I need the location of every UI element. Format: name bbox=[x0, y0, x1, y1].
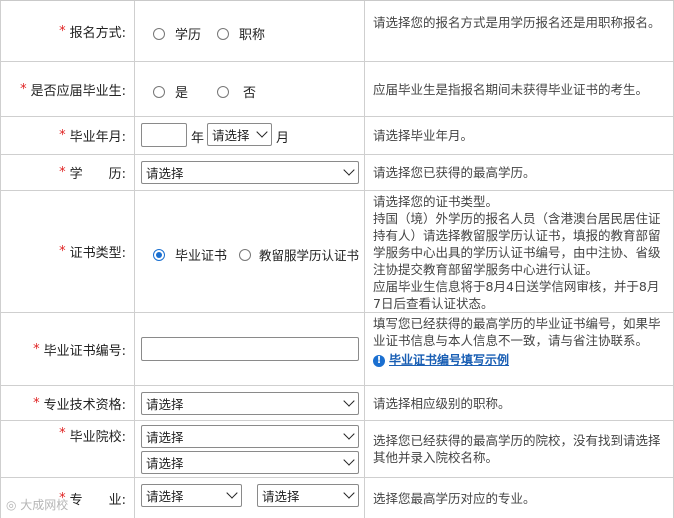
required-mark: * bbox=[59, 426, 66, 441]
radio-cscse-cert[interactable]: 教留服学历认证书 bbox=[239, 245, 359, 264]
hint-apply-method: 请选择您的报名方式是用学历报名还是用职称报名。 bbox=[365, 1, 674, 61]
label-cert-type: * 证书类型: bbox=[0, 191, 135, 312]
radio-yes[interactable]: 是 bbox=[153, 82, 188, 101]
required-mark: * bbox=[33, 395, 40, 411]
row-apply-method: * 报名方式: 学历 职称 请选择您的报名方式是用学历报名还是用职称报名。 bbox=[0, 1, 674, 62]
hint-school: 选择您已经获得的最高学历的院校，没有找到请选择其他并录入院校名称。 bbox=[365, 421, 674, 477]
grad-year-input[interactable] bbox=[141, 123, 187, 147]
chevron-down-icon bbox=[343, 428, 355, 440]
row-cert-number: * 毕业证书编号: 填写您已经获得的最高学历的毕业证书编号，如果毕业证书信息与本… bbox=[0, 313, 674, 386]
input-cell-cert-type: 毕业证书 教留服学历认证书 bbox=[135, 191, 365, 312]
row-grad-date: * 毕业年月: 年 请选择 月 请选择毕业年月。 bbox=[0, 117, 674, 155]
label-fresh-graduate: * 是否应届毕业生: bbox=[0, 62, 135, 116]
radio-icon bbox=[239, 248, 251, 261]
row-education: * 学 历: 请选择 请选择您已获得的最高学历。 bbox=[0, 155, 674, 191]
hint-pro-qualification: 请选择相应级别的职称。 bbox=[365, 386, 674, 420]
row-fresh-graduate: * 是否应届毕业生: 是 否 应届毕业生是指报名期间未获得毕业证书的考生。 bbox=[0, 62, 674, 117]
school-province-select[interactable]: 请选择 bbox=[141, 425, 359, 448]
hint-cert-type: 请选择您的证书类型。 持国（境）外学历的报名人员（含港澳台居民居住证持有人）请选… bbox=[365, 191, 674, 312]
radio-checked-icon bbox=[153, 248, 165, 261]
chevron-down-icon bbox=[343, 395, 355, 407]
chevron-down-icon bbox=[226, 487, 238, 499]
label-school: * 毕业院校: bbox=[0, 421, 135, 477]
chevron-down-icon bbox=[343, 454, 355, 466]
label-grad-date: * 毕业年月: bbox=[0, 117, 135, 154]
row-pro-qualification: * 专业技术资格: 请选择 请选择相应级别的职称。 bbox=[0, 386, 674, 421]
input-cell-major: 请选择 请选择 bbox=[135, 478, 365, 518]
required-mark: * bbox=[20, 81, 27, 97]
input-cell-education: 请选择 bbox=[135, 155, 365, 190]
input-cell-school: 请选择 请选择 bbox=[135, 421, 365, 477]
hint-cert-number: 填写您已经获得的最高学历的毕业证书编号，如果毕业证书信息与本人信息不一致，请与省… bbox=[365, 313, 674, 385]
cert-number-example-link[interactable]: 毕业证书编号填写示例 bbox=[389, 353, 509, 367]
input-cell-apply-method: 学历 职称 bbox=[135, 1, 365, 61]
input-cell-cert-number bbox=[135, 313, 365, 385]
required-mark: * bbox=[59, 165, 66, 180]
required-mark: * bbox=[59, 23, 66, 39]
radio-icon bbox=[153, 27, 165, 40]
input-cell-pro-qualification: 请选择 bbox=[135, 386, 365, 420]
registration-form: * 报名方式: 学历 职称 请选择您的报名方式是用学历报名还是用职称报名。 * … bbox=[0, 0, 674, 518]
chevron-down-icon bbox=[256, 126, 268, 138]
chevron-down-icon bbox=[343, 487, 355, 499]
major-category-select[interactable]: 请选择 bbox=[141, 484, 242, 507]
radio-icon bbox=[153, 85, 165, 98]
row-major: * 专 业: 请选择 请选择 选择您最高学历对应的专业。 bbox=[0, 478, 674, 518]
radio-graduation-cert[interactable]: 毕业证书 bbox=[153, 245, 227, 264]
required-mark: * bbox=[59, 128, 66, 143]
input-cell-fresh-graduate: 是 否 bbox=[135, 62, 365, 116]
school-name-select[interactable]: 请选择 bbox=[141, 451, 359, 474]
month-unit: 月 bbox=[276, 131, 290, 146]
radio-no[interactable]: 否 bbox=[217, 82, 256, 101]
radio-degree[interactable]: 学历 bbox=[153, 24, 201, 43]
hint-grad-date: 请选择毕业年月。 bbox=[365, 117, 674, 154]
chevron-down-icon bbox=[343, 164, 355, 176]
row-school: * 毕业院校: 请选择 请选择 选择您已经获得的最高学历的院校，没有找到请选择其… bbox=[0, 421, 674, 478]
row-cert-type: * 证书类型: 毕业证书 教留服学历认证书 请选择您的证书类型。 持国（境）外学… bbox=[0, 191, 674, 313]
cert-number-input[interactable] bbox=[141, 337, 359, 361]
pro-qualification-select[interactable]: 请选择 bbox=[141, 392, 359, 415]
year-unit: 年 bbox=[191, 131, 205, 146]
input-cell-grad-date: 年 请选择 月 bbox=[135, 117, 365, 154]
label-pro-qualification: * 专业技术资格: bbox=[0, 386, 135, 420]
label-education: * 学 历: bbox=[0, 155, 135, 190]
cert-number-example[interactable]: ! 毕业证书编号填写示例 bbox=[373, 351, 665, 369]
label-cert-number: * 毕业证书编号: bbox=[0, 313, 135, 385]
radio-icon bbox=[217, 27, 229, 40]
hint-education: 请选择您已获得的最高学历。 bbox=[365, 155, 674, 190]
grad-month-select[interactable]: 请选择 bbox=[207, 123, 272, 146]
info-icon: ! bbox=[373, 354, 385, 367]
watermark: ◎ 大成网校 bbox=[6, 498, 69, 512]
watermark-logo-icon: ◎ bbox=[6, 498, 21, 512]
radio-title[interactable]: 职称 bbox=[217, 24, 265, 43]
required-mark: * bbox=[33, 341, 40, 357]
hint-major: 选择您最高学历对应的专业。 bbox=[365, 478, 674, 518]
radio-icon bbox=[217, 85, 229, 98]
major-name-select[interactable]: 请选择 bbox=[257, 484, 359, 507]
required-mark: * bbox=[59, 244, 66, 259]
hint-fresh-graduate: 应届毕业生是指报名期间未获得毕业证书的考生。 bbox=[365, 62, 674, 116]
label-apply-method: * 报名方式: bbox=[0, 1, 135, 61]
education-select[interactable]: 请选择 bbox=[141, 161, 359, 184]
